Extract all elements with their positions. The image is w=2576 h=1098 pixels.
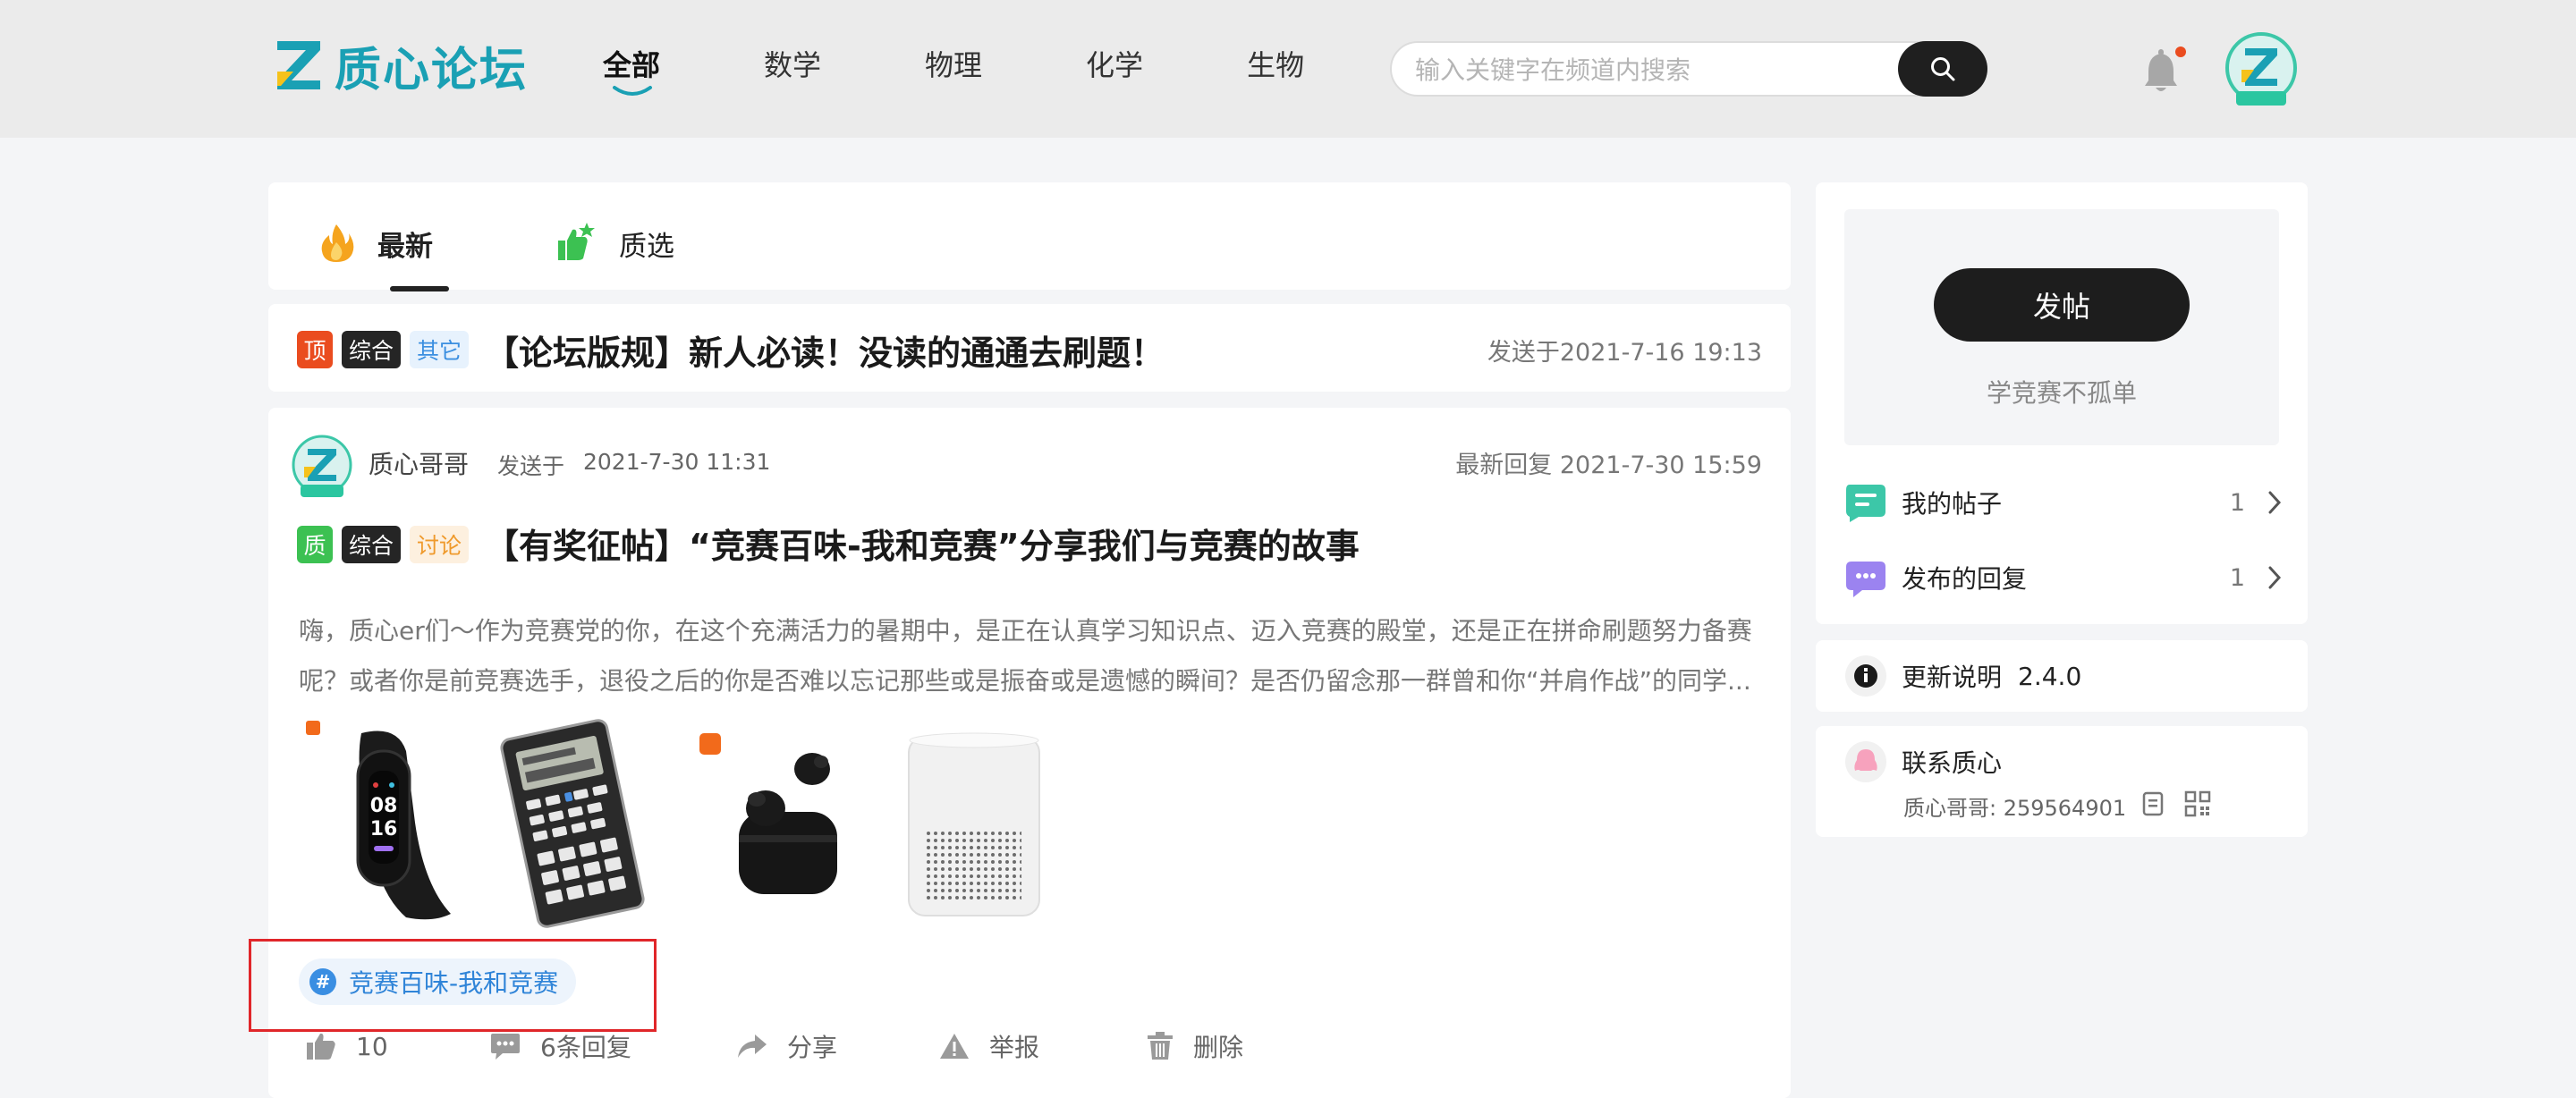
- slogan: 学竞赛不孤单: [1986, 378, 2137, 408]
- pin-badge: 顶: [297, 331, 333, 368]
- tab-active-indicator: [390, 286, 449, 291]
- version-number: 2.4.0: [2018, 661, 2082, 691]
- post-actions: 10 6条回复 分享 举报 删除: [306, 1028, 1243, 1064]
- nav-item-biology[interactable]: 生物: [1247, 43, 1304, 98]
- my-replies-icon: [1846, 562, 1885, 597]
- top-bar: 质心论坛 全部 数学 物理 化学 生物: [0, 0, 2576, 138]
- delete-button[interactable]: 删除: [1147, 1028, 1243, 1064]
- quality-badge: 质: [297, 526, 333, 563]
- copy-icon[interactable]: [2141, 790, 2166, 817]
- trash-icon: [1148, 1032, 1173, 1060]
- band-time-minutes: 16: [370, 818, 398, 840]
- last-reply-time: 最新回复 2021-7-30 15:59: [1455, 452, 1762, 479]
- brand-name: 质心论坛: [335, 43, 529, 97]
- nav-active-indicator: [613, 86, 652, 96]
- band-time-hours: 08: [370, 795, 398, 817]
- search-button[interactable]: [1898, 41, 1987, 97]
- chevron-right-icon: [2268, 491, 2282, 514]
- smart-speaker-image[interactable]: [882, 715, 1061, 925]
- pinned-title[interactable]: 【论坛版规】新人必读！没读的通通去刷题！: [485, 325, 1165, 375]
- new-post-button[interactable]: 发帖: [1934, 268, 2190, 342]
- tab-latest[interactable]: 最新: [318, 216, 433, 270]
- thumbs-up-star-icon: [558, 223, 595, 260]
- pinned-date: 发送于2021-7-16 19:13: [1487, 339, 1762, 367]
- nav-item-all[interactable]: 全部: [603, 43, 660, 98]
- qq-penguin-icon: [1845, 741, 1886, 782]
- author-name[interactable]: 质心哥哥: [369, 445, 469, 481]
- posted-label: 发送于: [497, 453, 565, 479]
- type-tag[interactable]: 其它: [410, 331, 470, 368]
- my-posts-icon: [1846, 485, 1885, 522]
- smart-band-image[interactable]: 08 16: [299, 715, 478, 937]
- info-icon: [1845, 655, 1886, 697]
- category-tag[interactable]: 综合: [342, 526, 402, 563]
- qr-code-icon[interactable]: [2184, 790, 2211, 817]
- pinned-tags: 顶 综合 其它: [297, 331, 470, 368]
- post-tags: 质 综合 讨论: [297, 526, 470, 563]
- warning-icon: [940, 1034, 969, 1059]
- thumbs-up-icon: [307, 1033, 335, 1060]
- comment-icon: [491, 1034, 520, 1060]
- reply-button[interactable]: 6条回复: [490, 1028, 737, 1064]
- share-button[interactable]: 分享: [737, 1028, 939, 1064]
- category-tag[interactable]: 综合: [342, 331, 402, 368]
- sidebar-item-my-replies[interactable]: 发布的回复 1: [1844, 551, 2292, 604]
- type-tag[interactable]: 讨论: [410, 526, 470, 563]
- author-avatar[interactable]: [290, 435, 354, 499]
- search-icon: [1931, 57, 1955, 81]
- earbuds-image[interactable]: [694, 715, 873, 925]
- main-nav: 全部 数学 物理 化学 生物: [603, 43, 1408, 98]
- sidebar-user-panel: 发帖 学竞赛不孤单 我的帖子 1 发布的回复 1: [1816, 182, 2308, 624]
- pinned-post[interactable]: 顶 综合 其它 【论坛版规】新人必读！没读的通通去刷题！ 发送于2021-7-1…: [268, 304, 1791, 392]
- search-bar: [1390, 41, 1987, 97]
- my-posts-count: 1: [2229, 488, 2245, 517]
- sidebar-changelog[interactable]: 更新说明 2.4.0: [1816, 640, 2308, 712]
- feed-tabs: 最新 质选: [268, 182, 1791, 291]
- notification-bell-icon[interactable]: [2143, 46, 2186, 95]
- contact-row[interactable]: 联系质心: [1844, 735, 2292, 789]
- nav-item-math[interactable]: 数学: [764, 43, 821, 98]
- chevron-right-icon: [2268, 566, 2282, 589]
- sidebar-contact: 联系质心 质心哥哥: 259564901: [1816, 726, 2308, 837]
- share-icon: [738, 1035, 767, 1058]
- user-avatar[interactable]: [2224, 32, 2299, 107]
- changelog-row[interactable]: 更新说明 2.4.0: [1844, 649, 2292, 703]
- nav-item-chemistry[interactable]: 化学: [1086, 43, 1143, 98]
- like-button[interactable]: 10: [306, 1028, 490, 1064]
- calculator-image[interactable]: [483, 715, 662, 932]
- post-excerpt[interactable]: 嗨，质心er们～作为竞赛党的你，在这个充满活力的暑期中，是正在认真学习知识点、迈…: [299, 606, 1766, 706]
- contact-detail: 质心哥哥: 259564901: [1903, 796, 2127, 821]
- fire-icon: [321, 224, 354, 262]
- brand-logo[interactable]: 质心论坛: [274, 34, 528, 97]
- new-post-box: 发帖 学竞赛不孤单: [1844, 209, 2279, 445]
- brand-z-icon: [277, 41, 320, 89]
- post-title[interactable]: 【有奖征帖】“竞赛百味-我和竞赛”分享我们与竞赛的故事: [485, 519, 1360, 568]
- tab-featured[interactable]: 质选: [555, 216, 674, 270]
- my-replies-count: 1: [2229, 563, 2245, 592]
- nav-item-physics[interactable]: 物理: [925, 43, 982, 98]
- search-input[interactable]: [1413, 50, 1878, 89]
- highlight-annotation: [249, 939, 657, 1032]
- sidebar-item-my-posts[interactable]: 我的帖子 1: [1844, 476, 2292, 529]
- report-button[interactable]: 举报: [939, 1028, 1147, 1064]
- posted-date: 2021-7-30 11:31: [583, 449, 771, 475]
